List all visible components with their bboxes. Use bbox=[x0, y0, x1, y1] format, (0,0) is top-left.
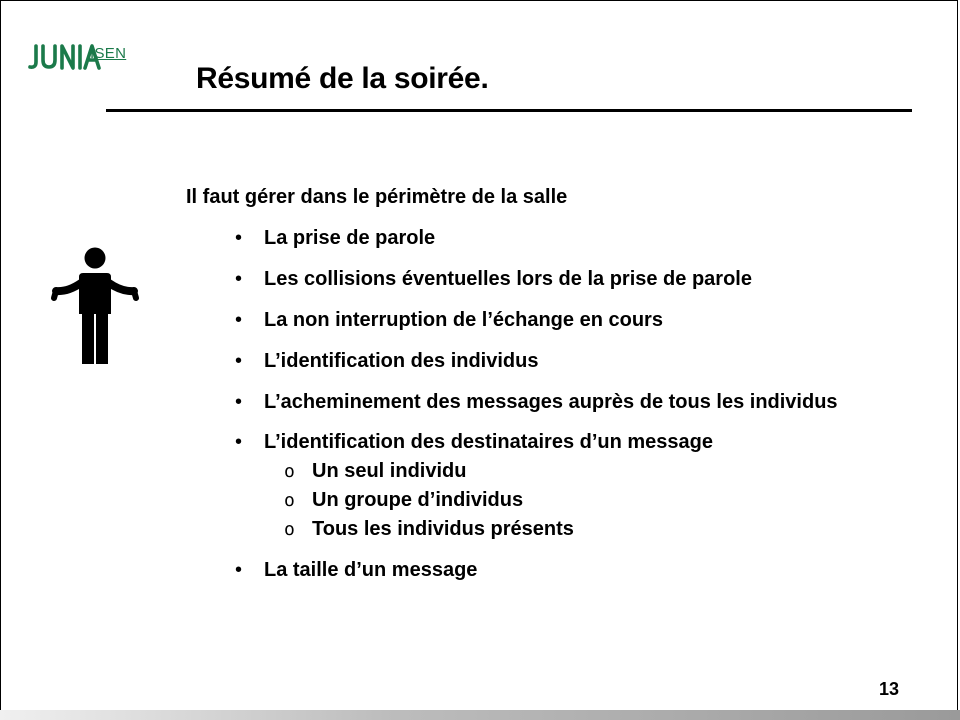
list-item: La taille d’un message bbox=[235, 556, 884, 585]
logo-isen-text: ISEN bbox=[90, 45, 127, 62]
list-item: L’acheminement des messages auprès de to… bbox=[235, 388, 884, 416]
list-item: L’identification des destinataires d’un … bbox=[235, 428, 884, 544]
sub-list-item: Un groupe d’individus bbox=[264, 486, 884, 515]
list-item-text: L’acheminement des messages auprès de to… bbox=[264, 391, 838, 413]
person-shrug-icon bbox=[51, 247, 139, 364]
intro-text: Il faut gérer dans le périmètre de la sa… bbox=[186, 186, 568, 208]
page-number: 13 bbox=[878, 679, 900, 699]
list-item: La prise de parole bbox=[235, 224, 884, 253]
footer-bar bbox=[0, 710, 960, 720]
sub-list: Un seul individu Un groupe d’individus T… bbox=[264, 457, 884, 544]
list-item: Les collisions éventuelles lors de la pr… bbox=[235, 265, 884, 294]
list-item: L’identification des individus bbox=[235, 347, 884, 376]
list-item-text: L’identification des destinataires d’un … bbox=[264, 431, 714, 453]
list-item: La non interruption de l’échange en cour… bbox=[235, 306, 884, 335]
title-underline bbox=[106, 109, 912, 112]
sub-list-item: Tous les individus présents bbox=[264, 515, 884, 544]
bullet-list: La prise de parole Les collisions éventu… bbox=[235, 224, 884, 597]
slide-title: Résumé de la soirée. bbox=[196, 62, 489, 95]
sub-list-item: Un seul individu bbox=[264, 457, 884, 486]
